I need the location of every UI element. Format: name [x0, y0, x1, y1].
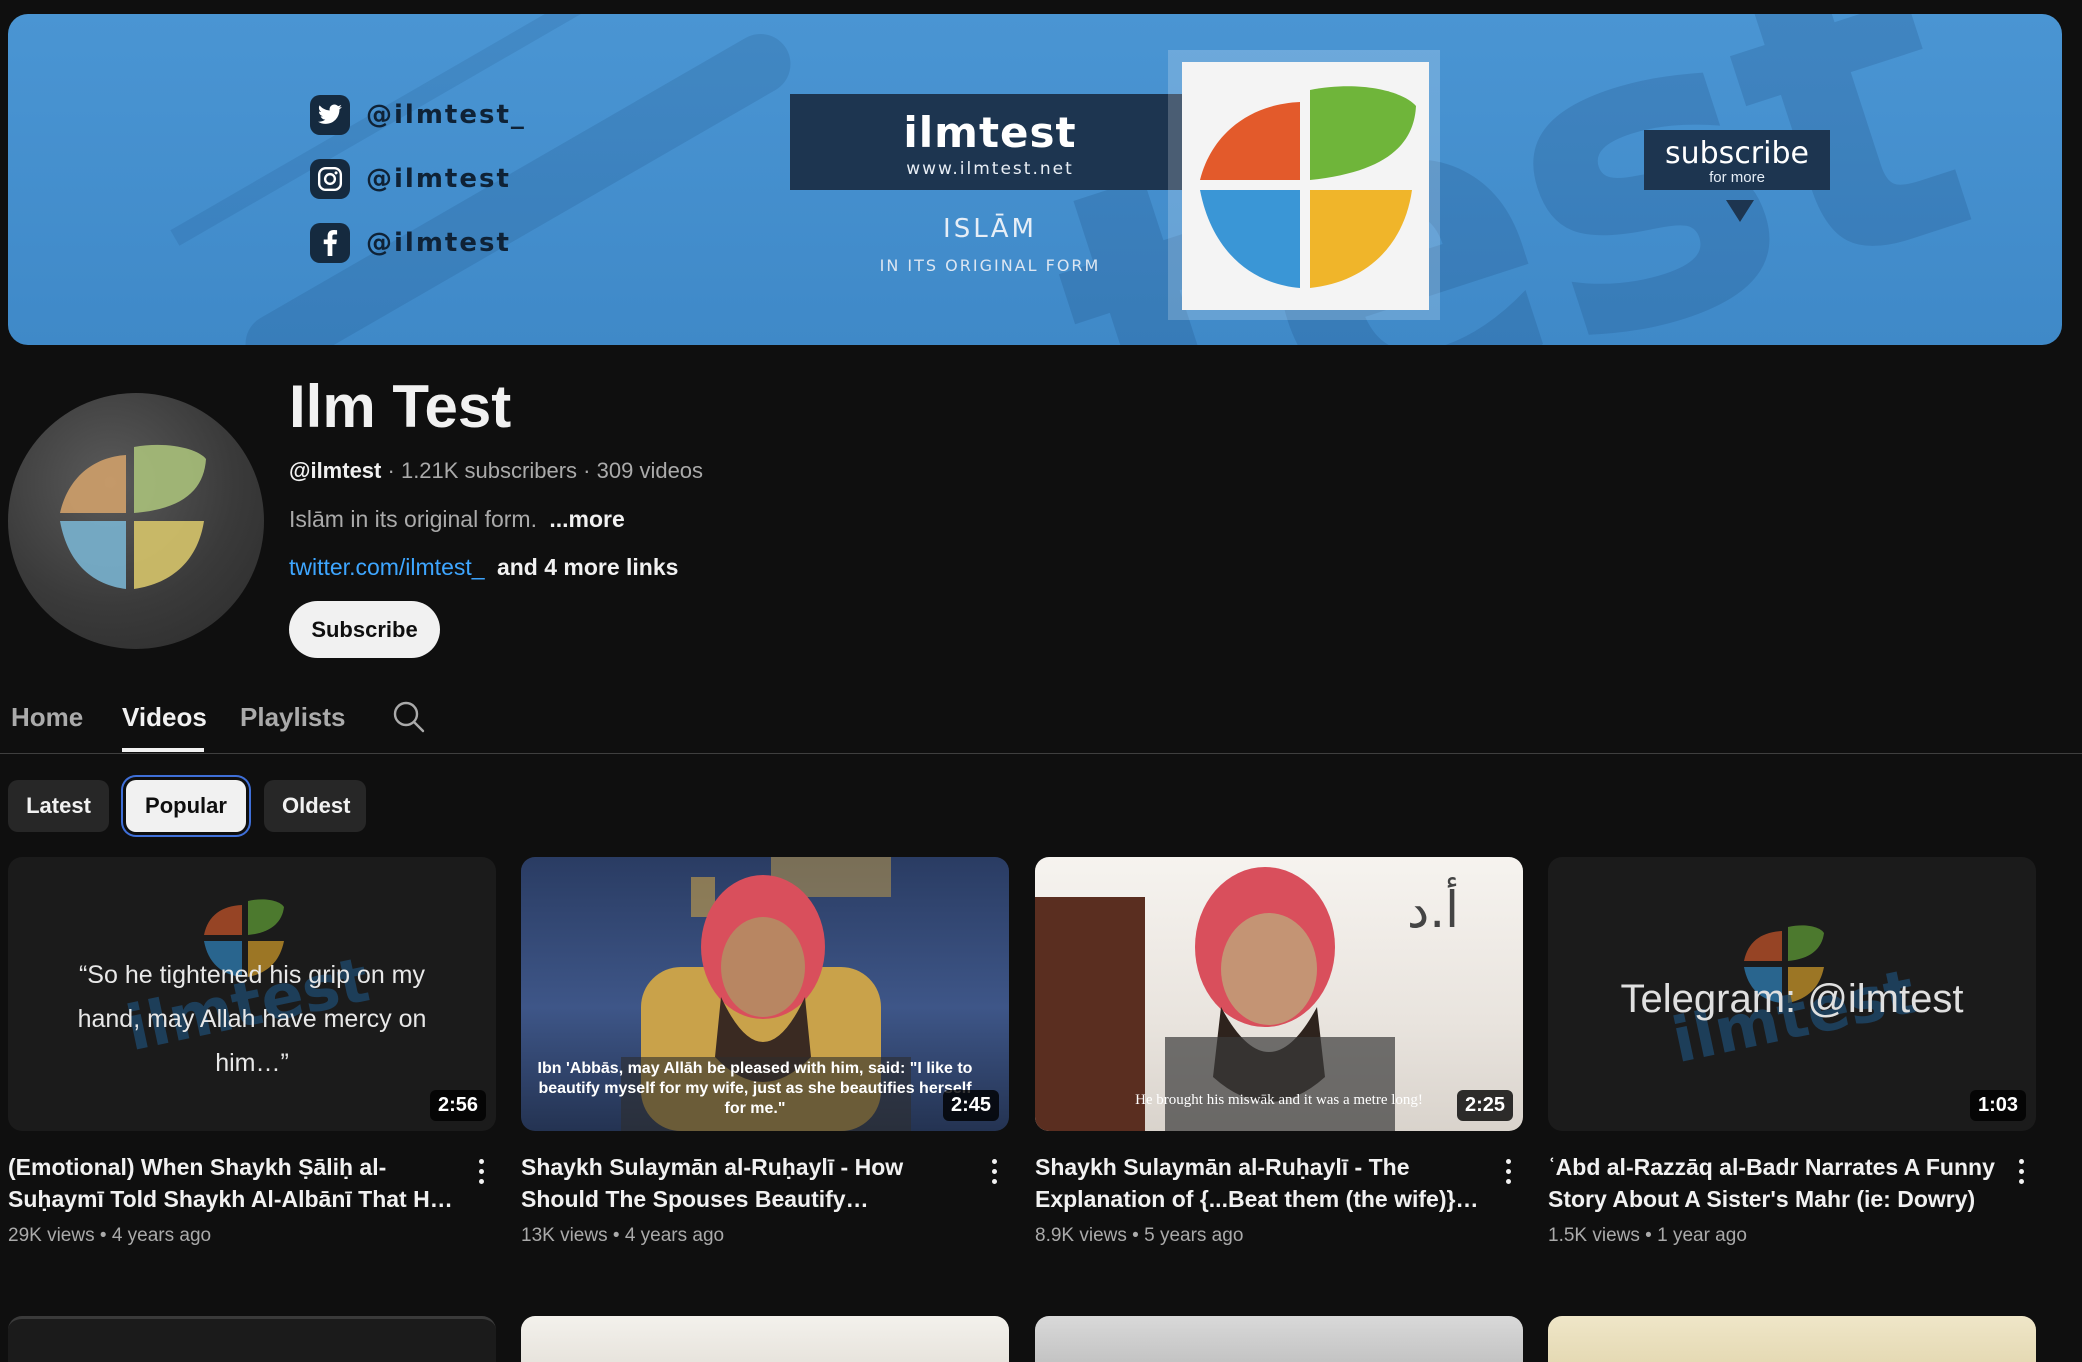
video-duration: 2:56	[429, 1090, 486, 1121]
banner-social-handle: @ilmtest	[366, 228, 511, 258]
video-card[interactable]: Ibn 'Abbās, may Allāh be pleased with hi…	[521, 857, 1009, 1247]
video-duration: 2:25	[1456, 1090, 1513, 1121]
meta-separator: ·	[387, 458, 401, 483]
video-thumbnail-partial[interactable]	[1548, 1316, 2036, 1362]
channel-twitter-link[interactable]: twitter.com/ilmtest_	[289, 554, 485, 580]
more-options-icon[interactable]	[466, 1151, 496, 1191]
video-card[interactable]: أ.د He brought his miswāk and it was a m…	[1035, 857, 1523, 1247]
twitter-icon	[310, 95, 350, 135]
thumbnail-telegram-text: Telegram: @ilmtest	[1620, 977, 1964, 1021]
channel-avatar	[8, 393, 264, 649]
description-more-link[interactable]: ...more	[549, 506, 624, 532]
banner-social-handle: @ilmtest_	[366, 100, 526, 130]
more-options-icon[interactable]	[2006, 1151, 2036, 1191]
tab-home[interactable]: Home	[11, 702, 83, 733]
channel-description-text: Islām in its original form.	[289, 506, 537, 532]
banner-social-twitter: @ilmtest_	[310, 94, 526, 136]
tab-playlists[interactable]: Playlists	[240, 702, 346, 733]
video-meta: 29K views • 4 years ago	[8, 1225, 496, 1247]
tab-videos[interactable]: Videos	[122, 702, 207, 733]
channel-subscriber-count: 1.21K subscribers	[400, 458, 578, 483]
channel-video-count: 309 videos	[596, 458, 704, 483]
banner-arrow-down-icon	[1726, 200, 1754, 222]
meta-separator: ·	[583, 458, 597, 483]
channel-handle: @ilmtest	[289, 458, 382, 483]
thumbnail-quote: “So he tightened his grip on my hand, ma…	[77, 961, 427, 1077]
video-views: 8.9K views	[1035, 1225, 1127, 1246]
video-age: 5 years ago	[1144, 1225, 1244, 1246]
banner-tagline-sub: IN ITS ORIGINAL FORM	[879, 256, 1101, 275]
chip-oldest[interactable]: Oldest	[264, 780, 366, 832]
channel-meta: @ilmtest · 1.21K subscribers · 309 video…	[289, 458, 703, 484]
video-title[interactable]: ʿAbd al-Razzāq al-Badr Narrates A Funny …	[1548, 1151, 2000, 1215]
channel-description: Islām in its original form. ...more	[289, 506, 625, 533]
banner-tagline: ISLĀM IN ITS ORIGINAL FORM	[790, 214, 1190, 275]
instagram-icon	[310, 159, 350, 199]
video-thumbnail-partial[interactable]	[1035, 1316, 1523, 1362]
meta-separator: •	[612, 1225, 625, 1246]
video-card[interactable]: ilmtest Telegram: @ilmtest 1:03 ʿAbd al-…	[1548, 857, 2036, 1247]
video-meta: 8.9K views • 5 years ago	[1035, 1225, 1523, 1247]
video-age: 1 year ago	[1657, 1225, 1747, 1246]
facebook-icon	[310, 223, 350, 263]
video-age: 4 years ago	[111, 1225, 212, 1246]
video-thumbnail[interactable]: أ.د He brought his miswāk and it was a m…	[1035, 857, 1523, 1131]
banner-brand: ilmtest	[903, 108, 1077, 157]
video-title[interactable]: Shaykh Sulaymān al-Ruḥaylī - The Explana…	[1035, 1151, 1487, 1215]
video-duration: 1:03	[1969, 1090, 2026, 1121]
chip-popular[interactable]: Popular	[126, 780, 246, 832]
thumbnail-subtitle: He brought his miswāk and it was a metre…	[1135, 1092, 1423, 1108]
banner-social-facebook: @ilmtest	[310, 222, 526, 264]
video-card[interactable]: ilmtest “So he tightened his grip on my …	[8, 857, 496, 1247]
video-thumbnail-partial[interactable]	[8, 1316, 496, 1362]
video-age: 4 years ago	[624, 1225, 725, 1246]
banner-social-handle: @ilmtest	[366, 164, 511, 194]
video-meta: 13K views • 4 years ago	[521, 1225, 1009, 1247]
banner-socials: @ilmtest_ @ilmtest @ilmtest	[310, 94, 526, 286]
meta-separator: •	[99, 1225, 112, 1246]
banner-subscribe-text: subscribe	[1665, 136, 1809, 171]
search-icon[interactable]	[392, 700, 426, 734]
more-options-icon[interactable]	[1493, 1151, 1523, 1191]
banner-social-instagram: @ilmtest	[310, 158, 526, 200]
channel-tabs: Home Videos Playlists	[0, 690, 2082, 754]
chip-latest[interactable]: Latest	[8, 780, 109, 832]
channel-title: Ilm Test	[289, 373, 512, 440]
meta-separator: •	[1645, 1225, 1658, 1246]
video-views: 13K views	[521, 1225, 608, 1246]
banner-logo-box: ilmtest www.ilmtest.net	[790, 94, 1190, 190]
svg-text:أ.د: أ.د	[1407, 877, 1459, 939]
video-duration: 2:45	[942, 1090, 999, 1121]
ilmtest-logo-icon	[1182, 62, 1429, 310]
more-links-button[interactable]: and 4 more links	[497, 554, 679, 580]
channel-links: twitter.com/ilmtest_ and 4 more links	[289, 554, 678, 581]
video-title[interactable]: Shaykh Sulaymān al-Ruḥaylī - How Should …	[521, 1151, 973, 1215]
video-thumbnail[interactable]: ilmtest “So he tightened his grip on my …	[8, 857, 496, 1131]
banner-tagline-main: ISLĀM	[943, 214, 1037, 244]
meta-separator: •	[1132, 1225, 1145, 1246]
video-thumbnail-partial[interactable]	[521, 1316, 1009, 1362]
video-thumbnail[interactable]: ilmtest Telegram: @ilmtest 1:03	[1548, 857, 2036, 1131]
video-thumbnail[interactable]: Ibn 'Abbās, may Allāh be pleased with hi…	[521, 857, 1009, 1131]
channel-banner: test @ilmtest_ @ilmtest @ilmtest ilmtest…	[8, 14, 2062, 345]
video-views: 1.5K views	[1548, 1225, 1640, 1246]
banner-subscribe-box: subscribe for more	[1644, 130, 1830, 190]
video-meta: 1.5K views • 1 year ago	[1548, 1225, 2036, 1247]
thumbnail-subtitle: Ibn 'Abbās, may Allāh be pleased with hi…	[537, 1060, 973, 1117]
video-views: 29K views	[8, 1225, 95, 1246]
banner-url: www.ilmtest.net	[906, 159, 1074, 179]
video-title[interactable]: (Emotional) When Shaykh Ṣāliḥ al-Suḥaymī…	[8, 1151, 460, 1215]
more-options-icon[interactable]	[979, 1151, 1009, 1191]
subscribe-button[interactable]: Subscribe	[289, 601, 440, 658]
active-tab-indicator	[122, 748, 204, 752]
banner-subscribe-subtext: for more	[1709, 169, 1765, 186]
